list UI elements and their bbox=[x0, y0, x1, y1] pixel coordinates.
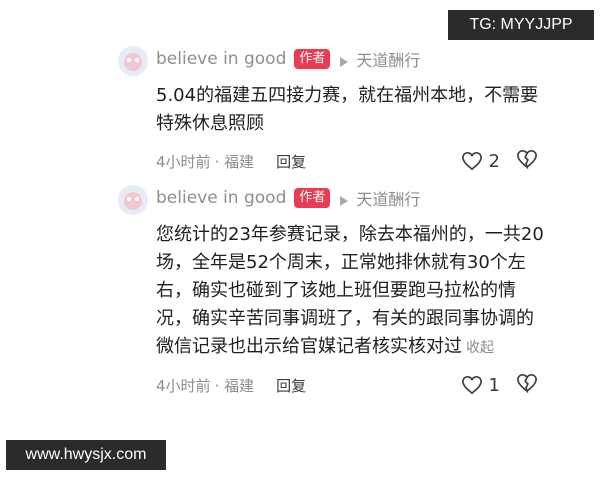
heart-icon bbox=[461, 151, 482, 171]
dislike-button[interactable] bbox=[516, 373, 538, 397]
comment-header: believe in good 作者 天道酬行 bbox=[114, 183, 554, 213]
comment-text: 您统计的23年参赛记录，除去本福州的，一共20场，全年是52个周末，正常她排休就… bbox=[156, 221, 548, 362]
comment-footer: 4小时前 · 福建 回复 2 bbox=[156, 148, 554, 174]
reply-arrow-icon bbox=[338, 192, 350, 206]
broken-heart-icon bbox=[517, 149, 537, 170]
comment-text: 5.04的福建五四接力赛，就在福州本地，不需要特殊休息照顾 bbox=[156, 85, 539, 134]
dislike-button[interactable] bbox=[516, 149, 538, 173]
like-count: 2 bbox=[488, 150, 500, 172]
like-button[interactable]: 2 bbox=[461, 151, 500, 172]
comment-time: 4小时前 bbox=[156, 152, 211, 171]
comment-location: · 福建 bbox=[214, 376, 255, 395]
comment-header: believe in good 作者 天道酬行 bbox=[114, 44, 554, 74]
reply-button[interactable]: 回复 bbox=[276, 375, 306, 396]
heart-icon bbox=[461, 375, 482, 395]
like-button[interactable]: 1 bbox=[461, 375, 500, 396]
author-badge: 作者 bbox=[294, 49, 331, 69]
like-count: 1 bbox=[488, 374, 500, 396]
username[interactable]: believe in good bbox=[156, 49, 286, 69]
collapse-button[interactable]: 收起 bbox=[466, 340, 494, 356]
avatar[interactable] bbox=[118, 46, 148, 76]
comment-item: believe in good 作者 天道酬行 您统计的23年参赛记录，除去本福… bbox=[114, 183, 554, 398]
broken-heart-icon bbox=[517, 373, 537, 394]
comment-location: · 福建 bbox=[214, 152, 255, 171]
watermark-top: TG: MYYJJPP bbox=[448, 10, 594, 40]
author-badge: 作者 bbox=[294, 188, 331, 208]
comment-footer: 4小时前 · 福建 回复 1 bbox=[156, 372, 554, 398]
avatar[interactable] bbox=[118, 185, 148, 215]
reply-arrow-icon bbox=[338, 53, 350, 67]
comment-text-body: 您统计的23年参赛记录，除去本福州的，一共20场，全年是52个周末，正常她排休就… bbox=[156, 224, 544, 357]
comment-item: believe in good 作者 天道酬行 5.04的福建五四接力赛，就在福… bbox=[114, 44, 554, 174]
reply-to-username[interactable]: 天道酬行 bbox=[356, 47, 420, 71]
comment-time: 4小时前 bbox=[156, 376, 211, 395]
username[interactable]: believe in good bbox=[156, 188, 286, 208]
watermark-bottom: www.hwysjx.com bbox=[6, 440, 166, 470]
reply-button[interactable]: 回复 bbox=[276, 151, 306, 172]
reply-to-username[interactable]: 天道酬行 bbox=[356, 186, 420, 210]
